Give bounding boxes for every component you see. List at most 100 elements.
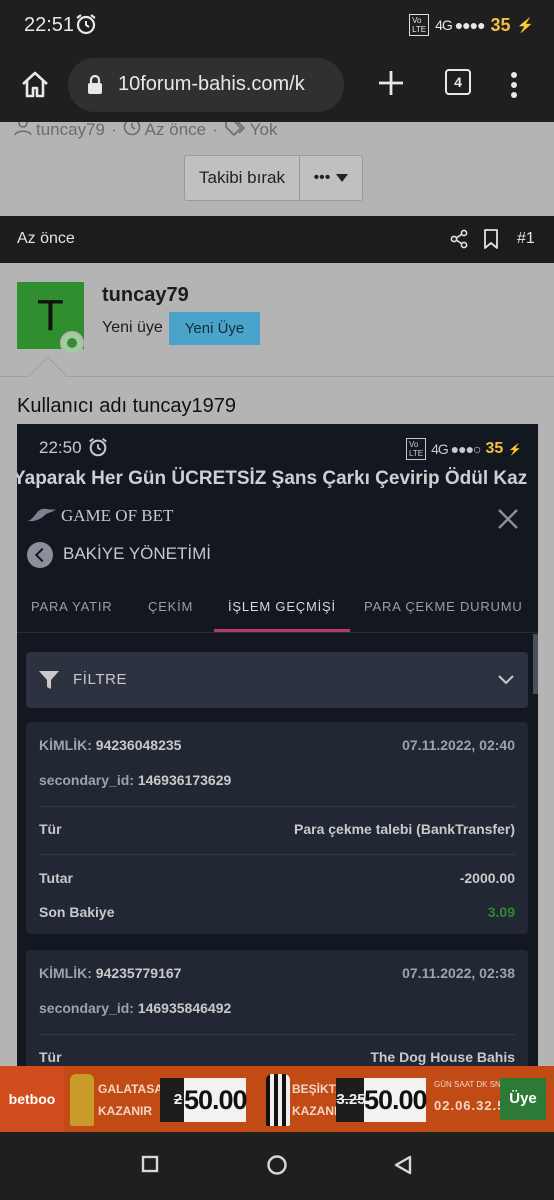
back-icon: [27, 542, 53, 568]
ad-banner[interactable]: betboo GALATASARAY KAZANIR 2 50.00 BEŞİK…: [0, 1066, 554, 1132]
transaction-date: 07.11.2022, 02:38: [402, 965, 515, 981]
thread-meta: tuncay79 · Az önce · Yok: [14, 122, 278, 141]
tab-deposit: PARA YATIR: [31, 599, 113, 614]
system-nav-bar: [0, 1132, 554, 1200]
transaction-card: KİMLİK: 94235779167 07.11.2022, 02:38 se…: [26, 950, 528, 1066]
scrollbar: [533, 634, 538, 694]
new-tab-icon[interactable]: [374, 66, 408, 100]
tab-withdraw-status: PARA ÇEKME DURUMU: [364, 599, 523, 614]
recents-icon[interactable]: [140, 1154, 160, 1179]
caret-down-icon: [336, 169, 349, 187]
amount-label: Tutar: [39, 870, 73, 886]
user-badge: Yeni Üye: [169, 312, 260, 345]
home-nav-icon[interactable]: [266, 1154, 288, 1181]
type-label: Tür: [39, 1049, 62, 1065]
more-dots: •••: [313, 169, 331, 186]
volte-icon: Vo LTE: [406, 438, 427, 460]
team-jersey-icon: [70, 1074, 94, 1126]
back-nav-icon[interactable]: [393, 1154, 413, 1181]
transaction-card: KİMLİK: 94236048235 07.11.2022, 02:40 se…: [26, 722, 528, 934]
status-time: 22:51: [24, 14, 75, 36]
countdown-labels: GÜN SAAT DK SN: [434, 1080, 501, 1089]
home-icon[interactable]: [18, 68, 52, 102]
transaction-type: Para çekme talebi (BankTransfer): [294, 821, 515, 837]
volte-icon: Vo LTE: [409, 14, 430, 36]
tab-history: İŞLEM GEÇMİŞİ: [228, 599, 336, 614]
url-text: 10forum-bahis.com/k: [118, 73, 305, 95]
filter-label: FİLTRE: [73, 671, 128, 688]
ad-odd-1: 50.00: [184, 1078, 248, 1122]
charging-icon: ⚡: [516, 16, 534, 33]
ad-win-label-1: KAZANIR: [98, 1104, 152, 1118]
ad-old-odd-2: 3.25: [336, 1078, 366, 1122]
close-icon: [497, 508, 519, 535]
thread-author[interactable]: tuncay79: [36, 122, 105, 140]
thread-time[interactable]: Az önce: [145, 122, 206, 140]
thread-actions: Takibi bırak •••: [184, 155, 363, 201]
signal-icon: 4G ●●●○: [431, 441, 481, 457]
browser-toolbar: 10forum-bahis.com/k 4: [0, 52, 554, 122]
divider: [39, 1034, 515, 1035]
lock-icon: [86, 74, 104, 101]
logo-text: GAME OF BET: [61, 506, 174, 525]
secondary-id: 146935846492: [137, 1000, 232, 1016]
balance-label: Son Bakiye: [39, 904, 115, 920]
signup-button[interactable]: Üye Ol: [500, 1078, 546, 1120]
post-header: Az önce #1: [0, 216, 554, 263]
transaction-balance: 3.09: [487, 904, 515, 920]
divider: [0, 376, 554, 377]
share-icon[interactable]: [449, 229, 469, 254]
balance-title: BAKİYE YÖNETİMİ: [63, 544, 212, 563]
post-username[interactable]: tuncay79: [102, 284, 189, 307]
user-title: Yeni üye: [102, 319, 163, 336]
team-jersey-icon: [266, 1074, 290, 1126]
id-label: KİMLİK:: [39, 737, 92, 753]
secondary-id: 146936173629: [137, 772, 232, 788]
divider: [39, 854, 515, 855]
unwatch-button[interactable]: Takibi bırak: [185, 156, 300, 200]
promo-marquee: Yaparak Her Gün ÜCRETSİZ Şans Çarkı Çevi…: [17, 468, 528, 489]
secondary-id-label: secondary_id:: [39, 772, 134, 788]
page-content: tuncay79 · Az önce · Yok Takibi bırak ••…: [0, 122, 554, 1066]
bookmark-icon[interactable]: [483, 229, 499, 254]
url-bar[interactable]: 10forum-bahis.com/k: [68, 58, 344, 112]
clock-icon: [123, 122, 141, 141]
online-status-icon: [60, 331, 84, 355]
secondary-id-label: secondary_id:: [39, 1000, 134, 1016]
transaction-id: 94235779167: [95, 965, 182, 981]
chevron-down-icon: [498, 672, 514, 690]
filter-panel: FİLTRE: [26, 652, 528, 708]
tab-withdraw: ÇEKİM: [148, 599, 194, 614]
divider: [39, 806, 515, 807]
screenshot-battery: 35: [485, 440, 504, 457]
transaction-date: 07.11.2022, 02:40: [402, 737, 515, 753]
alarm-icon: [74, 12, 98, 41]
post-number[interactable]: #1: [517, 230, 535, 248]
post-time[interactable]: Az önce: [17, 230, 75, 248]
more-options-button[interactable]: •••: [300, 156, 362, 200]
balance-tabs: PARA YATIR ÇEKİM İŞLEM GEÇMİŞİ PARA ÇEKM…: [17, 592, 538, 633]
thread-tags: Yok: [249, 122, 278, 139]
filter-icon: [38, 669, 60, 696]
battery-level: 35: [490, 14, 511, 35]
type-label: Tür: [39, 821, 62, 837]
charging-icon: ⚡: [508, 443, 522, 456]
tags-icon: [224, 122, 246, 141]
ad-odd-2: 50.00: [364, 1078, 428, 1122]
id-label: KİMLİK:: [39, 965, 92, 981]
signal-icon: 4G ●●●●: [435, 17, 485, 33]
overflow-menu-icon[interactable]: [506, 68, 522, 102]
active-tab-indicator: [214, 629, 350, 632]
transaction-id: 94236048235: [95, 737, 182, 753]
user-icon: [14, 122, 32, 141]
post-body-text: Kullanıcı adı tuncay1979: [17, 395, 237, 417]
status-bar: 22:51 Vo LTE 4G ●●●● 35 ⚡: [0, 0, 554, 52]
attached-screenshot[interactable]: 22:50 Vo LTE 4G ●●●○ 35 ⚡ Yaparak Her Gün…: [17, 424, 538, 1066]
screenshot-time: 22:50: [39, 438, 82, 457]
transaction-amount: -2000.00: [459, 870, 515, 886]
ad-brand-logo: betboo: [0, 1066, 64, 1132]
alarm-icon: [87, 436, 109, 463]
post-author: T tuncay79 Yeni üye Yeni Üye: [0, 263, 554, 377]
tab-switcher-button[interactable]: 4: [445, 69, 471, 95]
transaction-type: The Dog House Bahis: [370, 1049, 515, 1065]
